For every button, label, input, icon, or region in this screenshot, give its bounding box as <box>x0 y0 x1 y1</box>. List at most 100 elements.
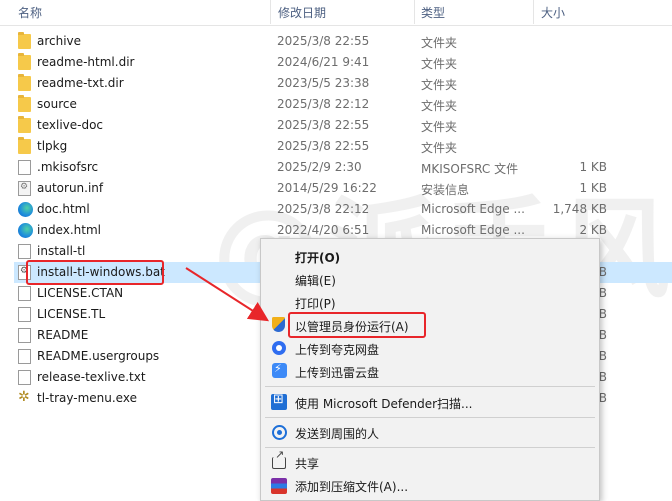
file-size: B <box>598 265 607 279</box>
xunlei-drive-icon <box>272 362 287 378</box>
file-icon <box>18 160 31 175</box>
file-name: archive <box>37 34 82 48</box>
file-date: 2025/3/8 22:55 <box>277 34 370 48</box>
edge-icon <box>18 223 33 238</box>
file-name: tlpkg <box>37 139 68 153</box>
file-icon <box>18 328 31 343</box>
file-type: 文件夹 <box>421 57 458 71</box>
nearby-share-icon <box>272 425 287 440</box>
menu-item-upload-quark[interactable]: 上传到夸克网盘 <box>261 337 599 359</box>
file-date: 2024/6/21 9:41 <box>277 55 370 69</box>
file-type: 文件夹 <box>421 141 458 155</box>
column-header-date[interactable]: 修改日期 <box>278 4 326 21</box>
folder-icon <box>18 95 31 112</box>
file-row[interactable]: readme-txt.dir 2023/5/5 23:38 文件夹 <box>14 73 672 94</box>
file-name: tl-tray-menu.exe <box>37 391 137 405</box>
file-date: 2025/3/8 22:55 <box>277 139 370 153</box>
file-size: 1,748 KB <box>552 202 607 216</box>
menu-item-send-nearby[interactable]: 发送到周围的人 <box>261 421 599 443</box>
file-row[interactable]: .mkisofsrc 2025/2/9 2:30 MKISOFSRC 文件 1 … <box>14 157 672 178</box>
annotation-box-file <box>26 260 164 285</box>
file-size: B <box>598 307 607 321</box>
file-row[interactable]: readme-html.dir 2024/6/21 9:41 文件夹 <box>14 52 672 73</box>
file-date: 2025/3/8 22:12 <box>277 97 370 111</box>
file-size: B <box>598 328 607 342</box>
file-name: .mkisofsrc <box>37 160 99 174</box>
file-size: 2 KB <box>579 223 607 237</box>
folder-icon <box>18 32 31 49</box>
file-date: 2023/5/5 23:38 <box>277 76 370 90</box>
file-name: index.html <box>37 223 101 237</box>
column-header-bar: ^ 名称 修改日期 类型 大小 <box>0 0 672 26</box>
uac-shield-icon <box>272 317 285 332</box>
menu-item-upload-xunlei[interactable]: 上传到迅雷云盘 <box>261 360 599 382</box>
menu-item-open[interactable]: 打开(O) <box>261 245 599 267</box>
folder-icon <box>18 74 31 91</box>
file-type: 文件夹 <box>421 36 458 50</box>
folder-icon <box>18 53 31 70</box>
file-type: Microsoft Edge ... <box>421 223 525 237</box>
column-divider[interactable] <box>270 0 271 24</box>
menu-item-label: 打开(O) <box>295 251 341 265</box>
file-type: 文件夹 <box>421 78 458 92</box>
file-row[interactable]: tlpkg 2025/3/8 22:55 文件夹 <box>14 136 672 157</box>
file-name: LICENSE.CTAN <box>37 286 124 300</box>
sort-chevron-icon[interactable]: ^ <box>138 0 146 7</box>
quark-drive-icon <box>272 341 286 355</box>
file-icon <box>18 244 31 259</box>
file-type: 文件夹 <box>421 120 458 134</box>
file-icon <box>18 370 31 385</box>
file-size: B <box>598 391 607 405</box>
menu-item-add-archive[interactable]: 添加到压缩文件(A)... <box>261 474 599 496</box>
file-type: MKISOFSRC 文件 <box>421 162 519 176</box>
file-name: README.usergroups <box>37 349 160 363</box>
file-icon <box>18 307 31 322</box>
annotation-box-run-as-admin <box>288 312 426 338</box>
menu-item-label: 编辑(E) <box>295 274 336 288</box>
share-icon <box>272 448 286 469</box>
file-type: Microsoft Edge ... <box>421 202 525 216</box>
menu-item-label: 添加到压缩文件(A)... <box>295 480 409 494</box>
file-date: 2025/3/8 22:55 <box>277 118 370 132</box>
file-name: README <box>37 328 89 342</box>
file-date: 2014/5/29 16:22 <box>277 181 377 195</box>
file-name: readme-txt.dir <box>37 76 124 90</box>
menu-item-print[interactable]: 打印(P) <box>261 291 599 313</box>
menu-item-label: 共享 <box>295 457 320 471</box>
column-divider[interactable] <box>414 0 415 24</box>
file-name: texlive-doc <box>37 118 104 132</box>
file-name: autorun.inf <box>37 181 104 195</box>
column-divider[interactable] <box>533 0 534 24</box>
menu-item-share[interactable]: 共享 <box>261 448 599 473</box>
menu-item-defender-scan[interactable]: 使用 Microsoft Defender扫描... <box>261 391 599 413</box>
menu-item-label: 上传到夸克网盘 <box>295 343 380 357</box>
menu-item-label: 上传到迅雷云盘 <box>295 366 380 380</box>
folder-icon <box>18 116 31 133</box>
file-name: release-texlive.txt <box>37 370 146 384</box>
file-date: 2025/2/9 2:30 <box>277 160 362 174</box>
edge-icon <box>18 202 33 217</box>
column-header-name[interactable]: 名称 <box>18 4 42 21</box>
file-row[interactable]: autorun.inf 2014/5/29 16:22 安装信息 1 KB <box>14 178 672 199</box>
file-row[interactable]: source 2025/3/8 22:12 文件夹 <box>14 94 672 115</box>
file-size: B <box>598 370 607 384</box>
file-name: readme-html.dir <box>37 55 135 69</box>
menu-item-edit[interactable]: 编辑(E) <box>261 268 599 290</box>
file-size: B <box>598 286 607 300</box>
menu-separator <box>265 417 595 418</box>
file-row[interactable]: archive 2025/3/8 22:55 文件夹 <box>14 31 672 52</box>
file-name: doc.html <box>37 202 90 216</box>
file-row[interactable]: texlive-doc 2025/3/8 22:55 文件夹 <box>14 115 672 136</box>
context-menu: 打开(O) 编辑(E) 打印(P) 以管理员身份运行(A) 上传到夸克网盘 上传… <box>260 238 600 501</box>
file-size: 1 KB <box>579 160 607 174</box>
menu-separator <box>265 447 595 448</box>
column-header-size[interactable]: 大小 <box>541 4 565 21</box>
menu-item-label: 打印(P) <box>295 297 336 311</box>
file-name: source <box>37 97 77 111</box>
column-header-type[interactable]: 类型 <box>421 4 445 21</box>
file-name: LICENSE.TL <box>37 307 106 321</box>
file-row[interactable]: doc.html 2025/3/8 22:12 Microsoft Edge .… <box>14 199 672 220</box>
file-date: 2025/3/8 22:12 <box>277 202 370 216</box>
menu-separator <box>265 386 595 387</box>
menu-item-label: 发送到周围的人 <box>295 427 380 441</box>
